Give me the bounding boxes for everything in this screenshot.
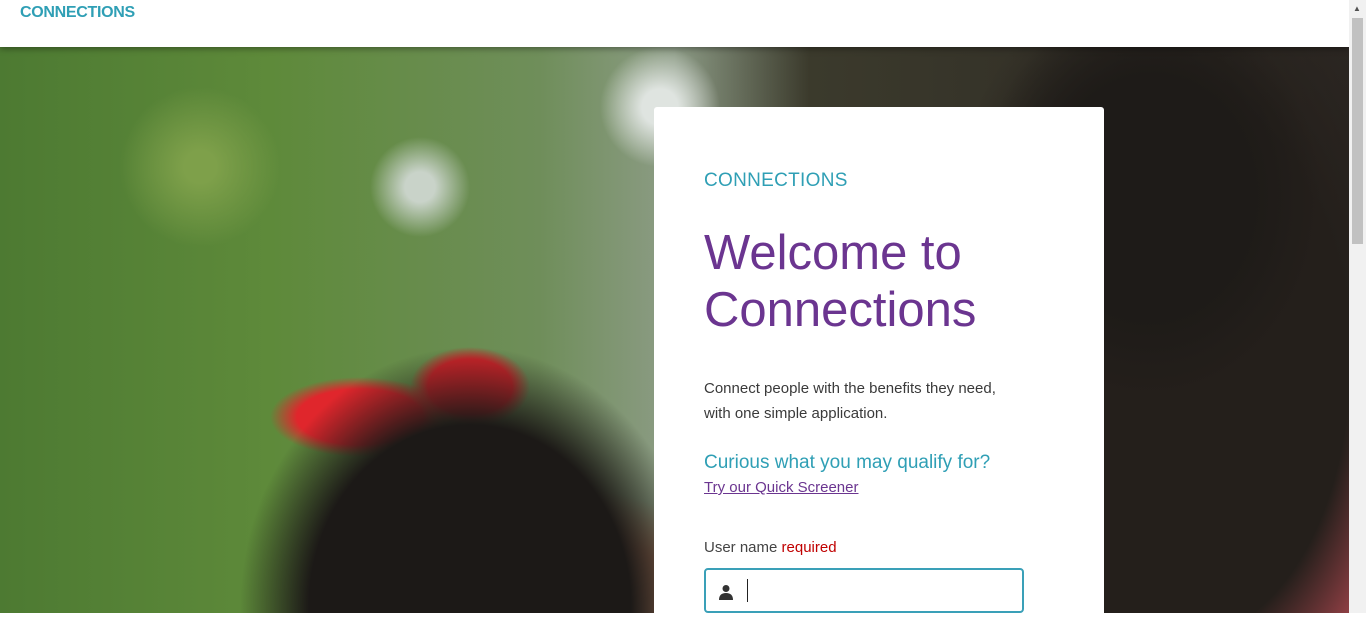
text-caret [747, 579, 748, 602]
scroll-up-icon[interactable]: ▲ [1353, 4, 1361, 13]
page-scrollbar[interactable]: ▲ [1349, 0, 1366, 613]
brand-logo[interactable]: CONNECTIONS [20, 4, 135, 22]
quick-screener-link[interactable]: Try our Quick Screener [704, 479, 859, 496]
user-icon [719, 585, 733, 600]
top-bar: CONNECTIONS [0, 0, 1349, 47]
description: Connect people with the benefits they ne… [704, 380, 996, 422]
welcome-card: CONNECTIONS Welcome to Connections Conne… [654, 107, 1104, 627]
card-kicker: CONNECTIONS [704, 170, 848, 191]
username-label-text: User name [704, 539, 778, 556]
screener-prompt: Curious what you may qualify for? [704, 452, 991, 473]
username-input[interactable] [704, 568, 1024, 613]
username-label: User name required [704, 539, 837, 556]
required-indicator: required [781, 539, 837, 556]
scrollbar-thumb[interactable] [1352, 18, 1363, 244]
page-title: Welcome to Connections [704, 226, 977, 337]
